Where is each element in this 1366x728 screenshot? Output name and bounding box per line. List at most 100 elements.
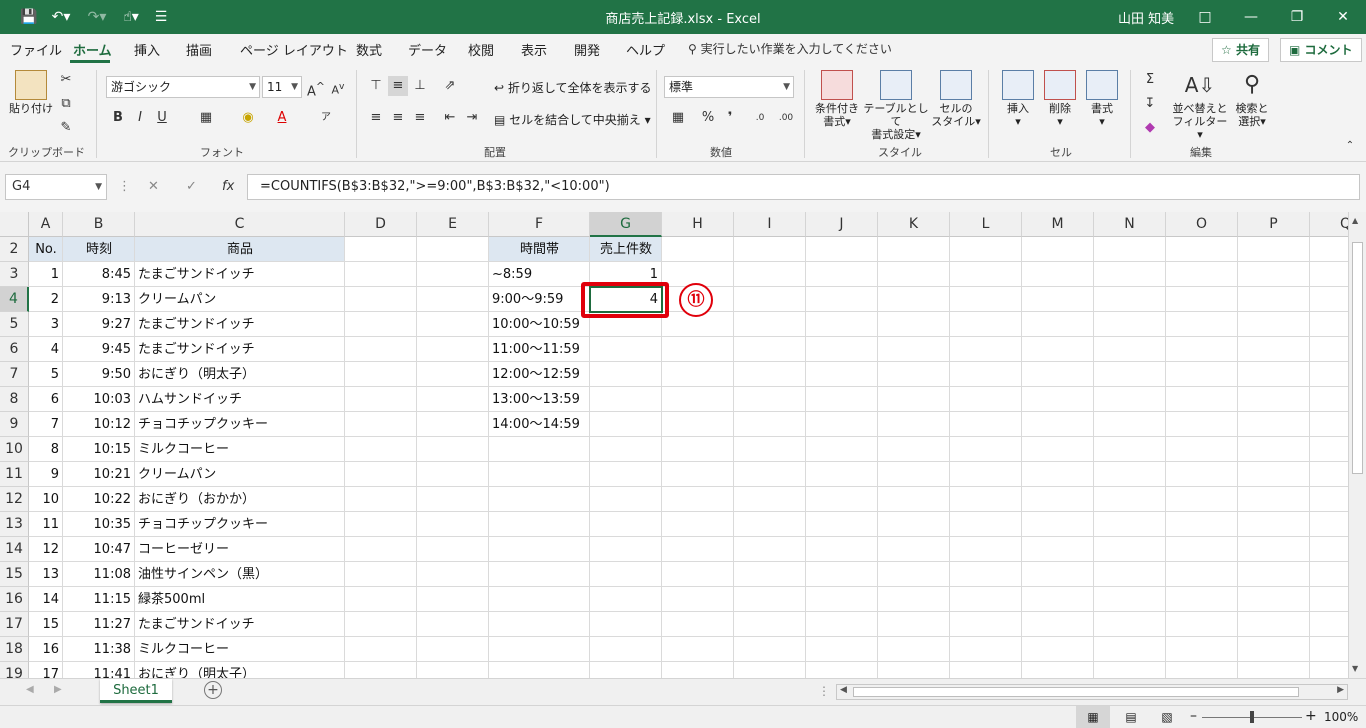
row-header[interactable]: 13 bbox=[0, 512, 29, 537]
cell-time-slot[interactable]: ~8:59 bbox=[489, 262, 590, 287]
row-header[interactable]: 6 bbox=[0, 337, 29, 362]
share-button[interactable]: ☆ 共有 bbox=[1212, 38, 1269, 62]
merge-center-button[interactable]: ▤ セルを結合して中央揃え ▾ bbox=[494, 114, 651, 127]
cell-product[interactable]: たまごサンドイッチ bbox=[135, 312, 345, 337]
scroll-down-icon[interactable]: ▼ bbox=[1352, 664, 1358, 673]
tab-review[interactable]: 校閲 bbox=[468, 40, 494, 59]
font-name-select[interactable]: 游ゴシック ▼ bbox=[106, 76, 260, 98]
next-sheet-icon[interactable]: ▶ bbox=[54, 684, 62, 695]
cut-icon[interactable]: ✂ bbox=[56, 70, 76, 90]
insert-cells-button[interactable]: 挿入 ▾ bbox=[998, 70, 1038, 128]
cell-no[interactable]: 6 bbox=[29, 387, 63, 412]
zoom-level[interactable]: 100% bbox=[1324, 710, 1358, 724]
cell-time[interactable]: 10:21 bbox=[63, 462, 135, 487]
cell-no[interactable]: 3 bbox=[29, 312, 63, 337]
shrink-font-icon[interactable]: Av bbox=[328, 77, 348, 97]
column-header[interactable]: H bbox=[662, 212, 734, 237]
cell-time[interactable]: 9:45 bbox=[63, 337, 135, 362]
row-header[interactable]: 19 bbox=[0, 662, 29, 678]
cell-no[interactable]: 8 bbox=[29, 437, 63, 462]
cell-product[interactable]: おにぎり（明太子） bbox=[135, 362, 345, 387]
cell-time[interactable]: 9:50 bbox=[63, 362, 135, 387]
cell-no[interactable]: 14 bbox=[29, 587, 63, 612]
cell-product[interactable]: おにぎり（明太子） bbox=[135, 662, 345, 678]
fill-color-icon[interactable]: ◉ bbox=[238, 108, 258, 128]
format-as-table-button[interactable]: テーブルとして 書式設定▾ bbox=[862, 70, 930, 141]
comment-button[interactable]: ▣ コメント bbox=[1280, 38, 1362, 62]
cell-sales-count[interactable] bbox=[590, 337, 662, 362]
scroll-thumb[interactable] bbox=[1352, 242, 1363, 474]
vertical-scrollbar[interactable]: ▲ ▼ bbox=[1348, 212, 1366, 678]
cell-no[interactable]: 10 bbox=[29, 487, 63, 512]
formula-input[interactable]: =COUNTIFS(B$3:B$32,">=9:00",B$3:B$32,"<1… bbox=[247, 174, 1360, 200]
cell-product[interactable]: コーヒーゼリー bbox=[135, 537, 345, 562]
column-header[interactable]: M bbox=[1022, 212, 1094, 237]
column-header[interactable]: K bbox=[878, 212, 950, 237]
column-header[interactable]: J bbox=[806, 212, 878, 237]
row-header[interactable]: 3 bbox=[0, 262, 29, 287]
tab-file[interactable]: ファイル bbox=[10, 40, 62, 59]
spreadsheet-grid[interactable]: A B C D E F G H I J K L M N O P Q 2 3 4 … bbox=[0, 212, 1348, 678]
column-header[interactable]: C bbox=[135, 212, 345, 237]
autosum-icon[interactable]: Σ bbox=[1140, 70, 1160, 90]
increase-indent-icon[interactable]: ⇥ bbox=[462, 108, 482, 128]
align-left-icon[interactable]: ≡ bbox=[366, 108, 386, 128]
fill-icon[interactable]: ↧ bbox=[1140, 94, 1160, 114]
decrease-decimal-icon[interactable]: .00 bbox=[776, 108, 796, 128]
cell-time-slot[interactable]: 13:00～13:59 bbox=[489, 387, 590, 412]
cell-time[interactable]: 10:35 bbox=[63, 512, 135, 537]
name-box[interactable]: G4 ▼ bbox=[5, 174, 107, 200]
row-header[interactable]: 16 bbox=[0, 587, 29, 612]
tab-developer[interactable]: 開発 bbox=[574, 40, 600, 59]
ribbon-display-icon[interactable]: □ bbox=[1182, 0, 1228, 34]
conditional-formatting-button[interactable]: 条件付き 書式▾ bbox=[812, 70, 862, 128]
column-header[interactable]: B bbox=[63, 212, 135, 237]
prev-sheet-icon[interactable]: ◀ bbox=[26, 684, 34, 695]
comma-style-icon[interactable]: ❜ bbox=[720, 108, 740, 128]
format-painter-icon[interactable]: ✎ bbox=[56, 118, 76, 138]
cell-styles-button[interactable]: セルの スタイル▾ bbox=[930, 70, 982, 128]
paste-button[interactable]: 貼り付け bbox=[8, 70, 54, 115]
tab-data[interactable]: データ bbox=[408, 40, 447, 59]
row-header[interactable]: 17 bbox=[0, 612, 29, 637]
tab-draw[interactable]: 描画 bbox=[186, 40, 212, 59]
cell-no[interactable]: 13 bbox=[29, 562, 63, 587]
tab-formulas[interactable]: 数式 bbox=[356, 40, 382, 59]
add-sheet-icon[interactable]: + bbox=[204, 681, 222, 699]
cell-time-slot[interactable]: 14:00～14:59 bbox=[489, 412, 590, 437]
row-header[interactable]: 10 bbox=[0, 437, 29, 462]
cell-time[interactable]: 9:27 bbox=[63, 312, 135, 337]
cancel-entry-icon[interactable]: ✕ bbox=[148, 179, 159, 194]
column-header[interactable]: L bbox=[950, 212, 1022, 237]
row-header[interactable]: 8 bbox=[0, 387, 29, 412]
orientation-icon[interactable]: ⇗ bbox=[440, 76, 460, 96]
cell-time-slot[interactable]: 9:00～9:59 bbox=[489, 287, 590, 312]
table-header-time[interactable]: 時刻 bbox=[63, 237, 135, 262]
cell-no[interactable]: 1 bbox=[29, 262, 63, 287]
scroll-left-icon[interactable]: ◀ bbox=[840, 685, 847, 695]
cell-time-slot[interactable]: 10:00～10:59 bbox=[489, 312, 590, 337]
column-header[interactable]: O bbox=[1166, 212, 1238, 237]
row-header[interactable]: 5 bbox=[0, 312, 29, 337]
split-handle-icon[interactable]: ⋮ bbox=[818, 684, 830, 698]
sort-filter-button[interactable]: A⇩ 並べ替えと フィルター▾ bbox=[1172, 70, 1228, 141]
page-break-view-icon[interactable]: ▧ bbox=[1156, 706, 1178, 728]
cell-product[interactable]: チョコチップクッキー bbox=[135, 512, 345, 537]
cell-no[interactable]: 5 bbox=[29, 362, 63, 387]
cell-sales-count[interactable] bbox=[590, 362, 662, 387]
column-header[interactable]: I bbox=[734, 212, 806, 237]
row-header-selected[interactable]: 4 bbox=[0, 287, 29, 312]
cell-product[interactable]: たまごサンドイッチ bbox=[135, 337, 345, 362]
cell-sales-count[interactable] bbox=[590, 412, 662, 437]
column-header[interactable]: A bbox=[29, 212, 63, 237]
borders-icon[interactable]: ▦ bbox=[196, 108, 216, 128]
row-header[interactable]: 12 bbox=[0, 487, 29, 512]
cell-product[interactable]: ミルクコーヒー bbox=[135, 437, 345, 462]
scroll-right-icon[interactable]: ▶ bbox=[1337, 685, 1344, 695]
column-header[interactable]: P bbox=[1238, 212, 1310, 237]
cell-no[interactable]: 17 bbox=[29, 662, 63, 678]
cell-no[interactable]: 11 bbox=[29, 512, 63, 537]
table-header-product[interactable]: 商品 bbox=[135, 237, 345, 262]
cell-time[interactable]: 10:03 bbox=[63, 387, 135, 412]
tab-home[interactable]: ホーム bbox=[73, 40, 112, 59]
